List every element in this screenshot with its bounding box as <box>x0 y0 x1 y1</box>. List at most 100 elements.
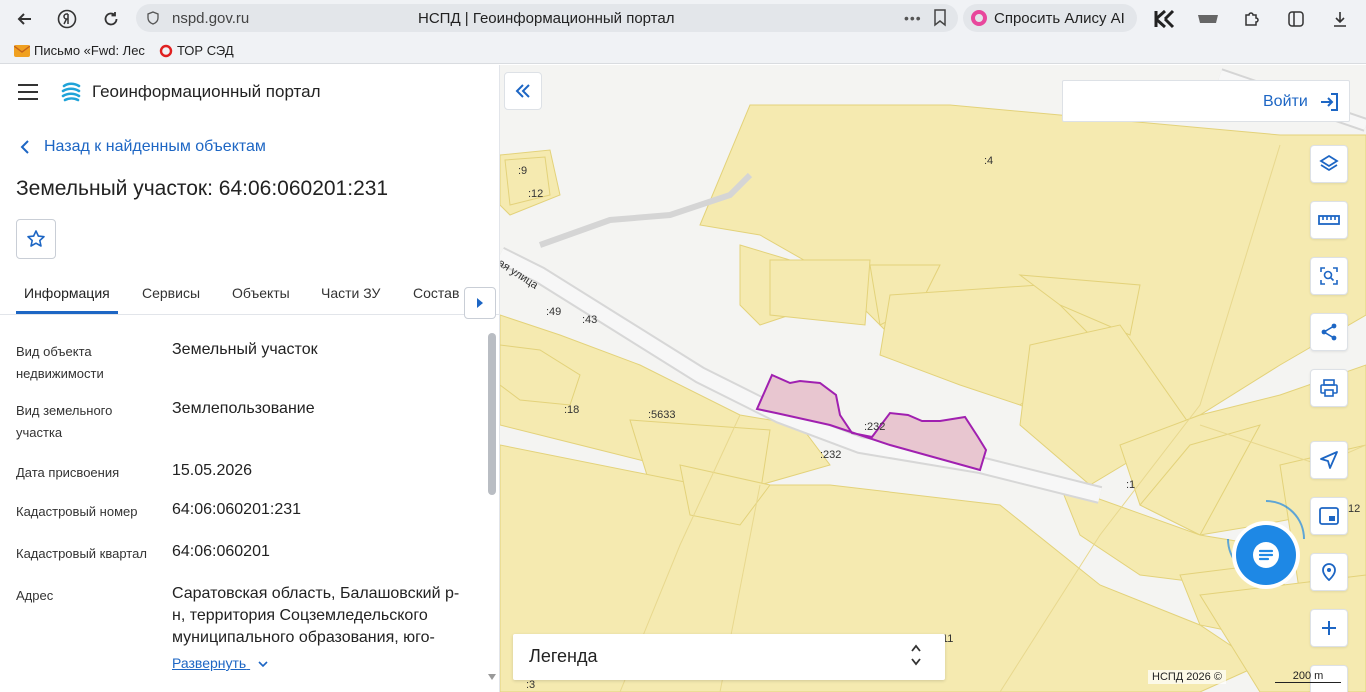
active-tab-indicator <box>16 311 118 314</box>
yandex-logo-icon[interactable] <box>50 2 84 36</box>
chevron-left-icon <box>20 140 29 154</box>
bookmark-item-mail[interactable]: Письмо «Fwd: Лес <box>14 43 145 58</box>
field-value: 64:06:060201 <box>172 543 270 560</box>
tab-information[interactable]: Информация <box>24 285 110 301</box>
chat-assistant-button[interactable] <box>1236 525 1296 585</box>
object-info-panel: Геоинформационный портал Назад к найденн… <box>0 65 500 692</box>
map-label: :9 <box>518 165 528 177</box>
field-label: Дата присвоения <box>16 465 120 480</box>
field-label: Кадастровый квартал <box>16 546 147 561</box>
bookmarks-bar: Письмо «Fwd: Лес ТОР СЭД <box>0 38 1366 64</box>
bookmark-item-tor-sed[interactable]: ТОР СЭД <box>159 43 234 58</box>
expand-link[interactable]: Развернуть <box>172 655 268 671</box>
map-label: :4 <box>984 155 994 167</box>
tab-objects[interactable]: Объекты <box>232 285 290 301</box>
tab-parts[interactable]: Части ЗУ <box>321 285 380 301</box>
printer-icon <box>1320 379 1338 397</box>
map-label: :49 <box>546 306 562 318</box>
map-label: 12 <box>1348 503 1361 515</box>
alice-label: Спросить Алису AI <box>994 9 1125 27</box>
object-title: Земельный участок: 64:06:060201:231 <box>16 177 389 200</box>
panel-scrollbar[interactable] <box>488 333 496 495</box>
bookmark-icon[interactable] <box>933 9 947 27</box>
field-label: Адрес <box>16 588 54 603</box>
tabs-bar: Информация Сервисы Объекты Части ЗУ Сост… <box>0 273 499 319</box>
map-label: :5633 <box>648 409 676 421</box>
map-view[interactable]: :9 :12 :4 :49 :43 :18 :5633 :232 :232 :1… <box>500 65 1366 692</box>
map-attribution: НСПД 2026 © <box>1148 670 1226 684</box>
login-label: Войти <box>1263 93 1308 110</box>
menu-icon[interactable] <box>18 84 38 105</box>
browser-toolbar: nspd.gov.ru НСПД | Геоинформационный пор… <box>0 0 1366 38</box>
portal-title: Геоинформационный портал <box>92 82 321 101</box>
map-label: :232 <box>820 449 842 461</box>
extensions-puzzle-icon[interactable] <box>1238 5 1266 33</box>
zoom-in-button[interactable] <box>1310 609 1348 647</box>
location-search-icon <box>1322 563 1336 582</box>
shield-icon <box>147 11 159 25</box>
geo-search-button[interactable] <box>1310 553 1348 591</box>
area-search-button[interactable] <box>1310 257 1348 295</box>
chevron-down-icon <box>258 661 268 668</box>
page-title: НСПД | Геоинформационный портал <box>418 9 675 27</box>
extension-k-icon[interactable] <box>1150 5 1178 33</box>
collapse-panel-button[interactable] <box>504 72 542 110</box>
map-label: :18 <box>564 404 580 416</box>
cadastral-map-layer <box>500 68 1366 692</box>
login-icon <box>1321 93 1338 111</box>
star-icon <box>27 230 45 247</box>
expand-collapse-icon <box>911 644 921 666</box>
scroll-down-icon[interactable] <box>487 674 497 680</box>
expand-label: Развернуть <box>172 655 247 671</box>
field-label: Кадастровый номер <box>16 504 138 519</box>
map-label: :232 <box>864 421 886 433</box>
legend-panel[interactable]: Легенда <box>513 634 945 680</box>
field-label: Вид земельного участка <box>16 403 113 440</box>
search-area-icon <box>1320 267 1338 285</box>
layers-icon <box>1319 154 1339 172</box>
map-label: :12 <box>528 188 544 200</box>
picture-in-picture-icon <box>1319 507 1339 525</box>
my-location-button[interactable] <box>1310 441 1348 479</box>
minimap-button[interactable] <box>1310 497 1348 535</box>
plus-icon <box>1322 621 1336 635</box>
tab-composition[interactable]: Состав <box>413 285 459 301</box>
field-value: Землепользование <box>172 400 315 417</box>
url-host: nspd.gov.ru <box>172 9 250 27</box>
map-label: :1 <box>1126 479 1136 491</box>
more-icon[interactable]: ••• <box>904 10 922 26</box>
caret-right-icon <box>477 298 483 308</box>
bookmark-label: Письмо «Fwd: Лес <box>34 43 145 58</box>
extension-shield-icon[interactable] <box>1194 5 1222 33</box>
address-bar[interactable]: nspd.gov.ru НСПД | Геоинформационный пор… <box>136 4 958 32</box>
back-arrow-icon[interactable] <box>8 2 42 36</box>
scale-bar: 200 m <box>1275 670 1341 683</box>
collections-icon[interactable] <box>1282 5 1310 33</box>
field-value: 64:06:060201:231 <box>172 501 302 518</box>
back-link-label: Назад к найденным объектам <box>44 138 266 155</box>
print-button[interactable] <box>1310 369 1348 407</box>
portal-logo-icon <box>61 82 81 102</box>
tabs-scroll-right-button[interactable] <box>464 287 496 319</box>
download-icon[interactable] <box>1326 5 1354 33</box>
back-to-results-link[interactable]: Назад к найденным объектам <box>20 138 266 156</box>
field-value: Земельный участок <box>172 341 318 358</box>
ruler-button[interactable] <box>1310 201 1348 239</box>
alice-button[interactable]: Спросить Алису AI <box>963 4 1137 32</box>
alice-icon <box>971 10 987 26</box>
share-button[interactable] <box>1310 313 1348 351</box>
ruler-icon <box>1318 215 1340 225</box>
double-chevron-left-icon <box>515 84 530 98</box>
envelope-icon <box>14 44 30 57</box>
legend-title: Легенда <box>529 646 598 666</box>
chat-bubble-icon <box>1253 542 1279 568</box>
layers-button[interactable] <box>1310 145 1348 183</box>
tab-services[interactable]: Сервисы <box>142 285 200 301</box>
favorite-button[interactable] <box>16 219 56 259</box>
navigation-arrow-icon <box>1320 451 1338 469</box>
map-label: :3 <box>526 679 536 691</box>
field-label: Вид объекта недвижимости <box>16 344 104 381</box>
login-button[interactable]: Войти <box>1062 80 1350 122</box>
reload-icon[interactable] <box>94 2 128 36</box>
map-label: :43 <box>582 314 598 326</box>
